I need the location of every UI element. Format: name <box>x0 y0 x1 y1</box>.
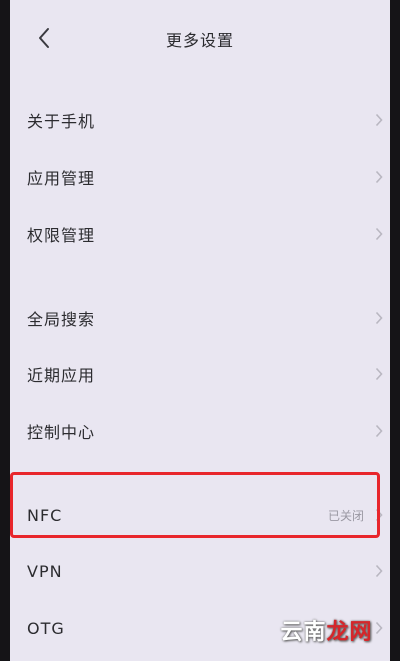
menu-item-label: 近期应用 <box>27 366 96 385</box>
watermark-logo: 云南 龙网 <box>269 612 384 648</box>
menu-item-label: 全局搜索 <box>27 310 96 329</box>
chevron-right-icon <box>374 226 384 242</box>
chevron-right-icon <box>374 563 384 579</box>
chevron-right-icon <box>374 423 384 439</box>
menu-item-global-search[interactable]: 全局搜索 <box>10 290 390 346</box>
menu-item-label: 控制中心 <box>27 423 96 442</box>
nfc-status-value: 已关闭 <box>327 508 364 523</box>
watermark-text-a: 云南 <box>280 619 327 645</box>
chevron-right-icon <box>374 507 384 523</box>
chevron-right-icon <box>374 169 384 185</box>
chevron-right-icon <box>374 112 384 128</box>
menu-item-about-phone[interactable]: 关于手机 <box>10 92 390 148</box>
settings-screen: 更多设置 关于手机 应用管理 权限管理 全局搜索 近期应用 控制中心 NFC 已… <box>10 0 390 661</box>
menu-item-label: OTG <box>27 618 65 638</box>
header-bar: 更多设置 <box>10 0 390 76</box>
menu-item-label: NFC <box>27 505 63 525</box>
menu-item-label: VPN <box>27 561 63 581</box>
menu-item-control-center[interactable]: 控制中心 <box>10 403 390 459</box>
menu-item-nfc[interactable]: NFC 已关闭 <box>10 487 390 543</box>
menu-item-permission-management[interactable]: 权限管理 <box>10 206 390 262</box>
menu-item-recent-apps[interactable]: 近期应用 <box>10 346 390 402</box>
menu-item-vpn[interactable]: VPN <box>10 543 390 599</box>
menu-item-label: 关于手机 <box>27 112 96 131</box>
menu-item-label: 应用管理 <box>27 169 96 188</box>
page-title: 更多设置 <box>165 31 234 50</box>
chevron-right-icon <box>374 310 384 326</box>
chevron-right-icon <box>374 366 384 382</box>
watermark-text-b: 龙网 <box>326 619 373 645</box>
menu-item-label: 权限管理 <box>27 226 96 245</box>
menu-item-app-management[interactable]: 应用管理 <box>10 149 390 205</box>
